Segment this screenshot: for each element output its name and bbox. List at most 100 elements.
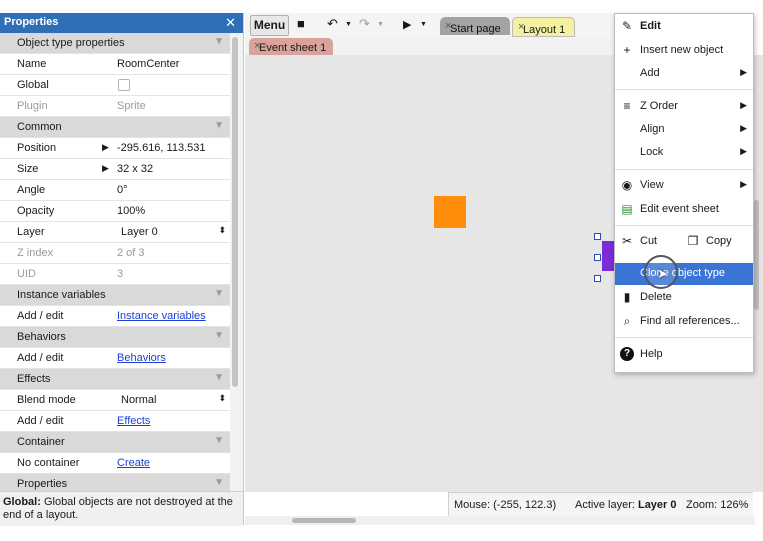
menu-separator [615,337,753,338]
property-row[interactable]: Add / edit Behaviors [0,348,230,369]
lines-icon: ≡ [623,99,631,113]
property-row[interactable]: Global [0,75,230,96]
menu-item-edit[interactable]: ✎ Edit [615,16,753,38]
magnifier-icon: ⌕ [623,314,631,328]
global-checkbox[interactable] [118,79,130,91]
collapse-icon[interactable]: ▼ [214,36,224,47]
property-row[interactable]: Add / edit Effects [0,411,230,432]
property-row[interactable]: Angle 0° [0,180,230,201]
selected-sprite-instance[interactable] [602,241,614,271]
collapse-icon[interactable]: ▼ [214,288,224,299]
property-name: UID [17,268,36,280]
play-dropdown-icon[interactable]: ▼ [420,21,427,28]
copy-icon: ❐ [687,234,699,248]
tab-event-sheet-label: Event sheet 1 [259,42,327,54]
menu-item-add[interactable]: Add ▶ [615,63,753,85]
redo-icon[interactable]: ↷ [359,16,370,32]
help-icon: ? [620,347,634,361]
property-row[interactable]: Z index 2 of 3 [0,243,230,264]
menu-item-lock[interactable]: Lock ▶ [615,142,753,164]
property-row[interactable]: UID 3 [0,264,230,285]
property-row[interactable]: Layer Layer 0 ⬍ [0,222,230,243]
tab-layout-1[interactable]: Layout 1 × [512,17,575,37]
property-section-header[interactable]: Behaviors ▼ [0,327,230,348]
property-name: No container [17,457,80,469]
property-row[interactable]: No container Create [0,453,230,474]
property-link[interactable]: Instance variables [117,310,206,322]
property-section-header[interactable]: Container ▼ [0,432,230,453]
property-name: Blend mode [17,394,76,406]
submenu-arrow-icon: ▶ [740,179,747,189]
menu-item-label: Add [640,67,660,79]
properties-scrollbar[interactable] [232,37,238,387]
menu-item-label: Help [640,348,663,360]
property-link[interactable]: Effects [117,415,150,427]
selection-handle[interactable] [594,233,601,240]
property-name: Size [17,163,39,175]
property-value[interactable]: Layer 0 [121,226,158,238]
property-row[interactable]: Add / edit Instance variables [0,306,230,327]
property-section-header[interactable]: Object type properties ▼ [0,33,230,54]
collapse-icon[interactable]: ▼ [214,330,224,341]
canvas-vertical-scrollbar[interactable] [754,200,759,310]
redo-dropdown-icon[interactable]: ▼ [377,21,384,28]
close-icon[interactable]: ✕ [225,15,236,31]
property-row[interactable]: Name RoomCenter [0,54,230,75]
property-row[interactable]: Opacity 100% [0,201,230,222]
menu-button[interactable]: Menu [250,15,289,36]
property-value[interactable]: RoomCenter [117,58,179,70]
menu-item-align[interactable]: Align ▶ [615,119,753,141]
collapse-icon[interactable]: ▼ [214,435,224,446]
horizontal-scroll-thumb[interactable] [292,518,356,523]
property-row[interactable]: Plugin Sprite [0,96,230,117]
property-name: Position [17,142,57,154]
properties-help-text: Global: Global objects are not destroyed… [0,491,243,526]
menu-item-view[interactable]: ◉ View ▶ [615,175,753,197]
property-value[interactable]: 100% [117,205,145,217]
collapse-icon[interactable]: ▼ [214,477,224,488]
tab-event-sheet-1[interactable]: Event sheet 1 × [249,38,333,55]
property-section-header[interactable]: Instance variables ▼ [0,285,230,306]
property-row[interactable]: Blend mode Normal ⬍ [0,390,230,411]
collapse-icon[interactable]: ▼ [214,120,224,131]
property-name: Name [17,58,47,70]
property-link[interactable]: Create [117,457,150,469]
active-layer-status: Active layer: Layer 0 [575,499,677,511]
property-value[interactable]: 0° [117,184,128,196]
menu-item-clone-object-type[interactable]: Clone object type [615,263,753,285]
menu-item-find-all-references[interactable]: ⌕ Find all references... [615,311,753,333]
expand-arrow-icon[interactable]: ▶ [102,142,109,153]
undo-dropdown-icon[interactable]: ▼ [345,21,352,28]
select-arrows-icon[interactable]: ⬍ [218,393,226,404]
section-title: Common [17,121,62,133]
tab-start-page[interactable]: Start page × [440,17,510,35]
undo-icon[interactable]: ↶ [327,16,338,32]
menu-item-edit-event-sheet[interactable]: ▤ Edit event sheet [615,199,753,221]
selection-handle[interactable] [594,254,601,261]
menu-item-z-order[interactable]: ≡ Z Order ▶ [615,96,753,118]
property-link[interactable]: Behaviors [117,352,166,364]
menu-item-copy[interactable]: ❐ Copy [681,231,753,253]
menu-item-help[interactable]: ? Help [615,344,753,366]
menu-item-label: Align [640,123,665,135]
orange-sprite-instance[interactable] [434,196,466,228]
property-value[interactable]: -295.616, 113.531 [117,142,205,154]
selection-handle[interactable] [594,275,601,282]
section-title: Behaviors [17,331,66,343]
property-name: Plugin [17,100,48,112]
save-icon[interactable]: ■ [297,16,305,31]
menu-item-cut[interactable]: ✂ Cut [615,231,681,253]
menu-item-delete[interactable]: ▮ Delete [615,287,753,309]
property-row[interactable]: Position ▶ -295.616, 113.531 [0,138,230,159]
collapse-icon[interactable]: ▼ [214,372,224,383]
property-value[interactable]: Normal [121,394,156,406]
select-arrows-icon[interactable]: ⬍ [218,225,226,236]
context-menu: ✎ Edit + Insert new object Add ▶ ≡ Z Ord… [614,13,754,373]
property-section-header[interactable]: Common ▼ [0,117,230,138]
property-value[interactable]: 32 x 32 [117,163,153,175]
property-section-header[interactable]: Effects ▼ [0,369,230,390]
property-row[interactable]: Size ▶ 32 x 32 [0,159,230,180]
expand-arrow-icon[interactable]: ▶ [102,163,109,174]
play-icon[interactable]: ▶ [403,18,411,31]
menu-item-insert-new-object[interactable]: + Insert new object [615,40,753,62]
